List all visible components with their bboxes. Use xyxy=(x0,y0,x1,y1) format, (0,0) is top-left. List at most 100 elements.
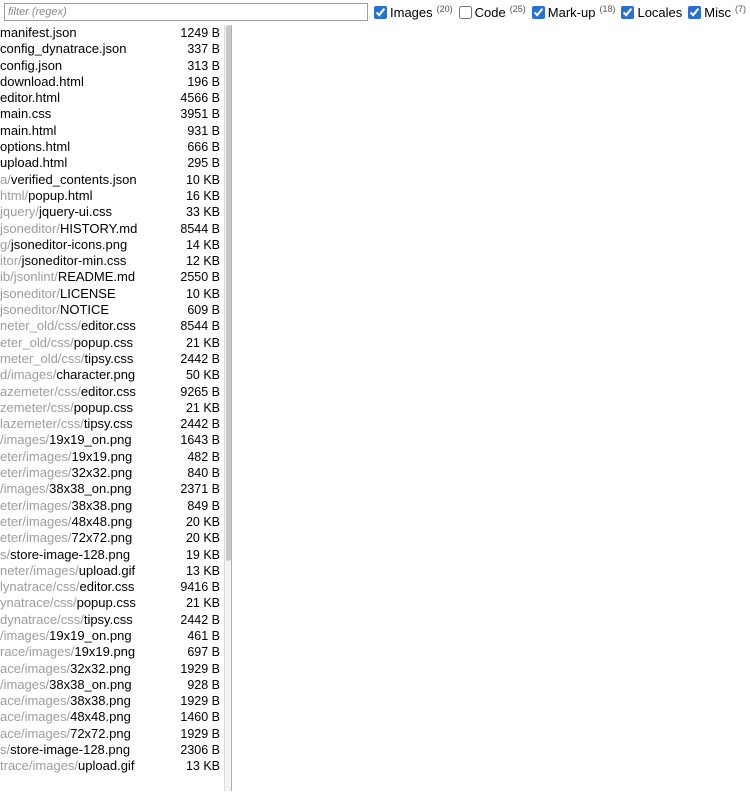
file-row[interactable]: g/jsoneditor-icons.png14 KB xyxy=(0,237,224,253)
file-row[interactable]: jquery/jquery-ui.css33 KB xyxy=(0,204,224,220)
file-row[interactable]: /images/19x19_on.png1643 B xyxy=(0,432,224,448)
file-row[interactable]: a/verified_contents.json10 KB xyxy=(0,172,224,188)
file-name: upload.html xyxy=(0,155,67,171)
file-path: meter_old/css/ xyxy=(0,351,85,367)
file-name: popup.css xyxy=(77,595,136,611)
file-size: 1929 B xyxy=(180,661,224,677)
file-path: trace/images/ xyxy=(0,758,78,774)
file-row[interactable]: d/images/character.png50 KB xyxy=(0,367,224,383)
filter-markup-checkbox[interactable] xyxy=(532,6,545,19)
file-name: 38x38_on.png xyxy=(49,481,131,497)
file-path: /images/ xyxy=(0,677,49,693)
file-row[interactable]: jsoneditor/HISTORY.md8544 B xyxy=(0,221,224,237)
filter-input[interactable] xyxy=(4,3,368,21)
file-row[interactable]: dynatrace/css/tipsy.css 2442 B xyxy=(0,612,224,628)
file-row[interactable]: editor.html4566 B xyxy=(0,90,224,106)
file-size: 20 KB xyxy=(186,514,224,530)
file-size: 4566 B xyxy=(180,90,224,106)
file-row[interactable]: neter/images/upload.gif13 KB xyxy=(0,563,224,579)
file-row[interactable]: s/store-image-128.png19 KB xyxy=(0,547,224,563)
file-row[interactable]: jsoneditor/LICENSE10 KB xyxy=(0,286,224,302)
file-row[interactable]: trace/images/upload.gif13 KB xyxy=(0,758,224,774)
file-size: 8544 B xyxy=(180,221,224,237)
file-row[interactable]: lazemeter/css/tipsy.css2442 B xyxy=(0,416,224,432)
file-name: HISTORY.md xyxy=(60,221,137,237)
file-row[interactable]: download.html196 B xyxy=(0,74,224,90)
file-row[interactable]: eter/images/72x72.png20 KB xyxy=(0,530,224,546)
file-path: ace/images/ xyxy=(0,661,70,677)
file-size: 3951 B xyxy=(180,106,224,122)
file-row[interactable]: html/popup.html16 KB xyxy=(0,188,224,204)
file-row[interactable]: zemeter/css/popup.css21 KB xyxy=(0,400,224,416)
scrollbar-thumb[interactable] xyxy=(226,25,231,561)
file-path: ib/jsonlint/ xyxy=(0,269,58,285)
file-row[interactable]: meter_old/css/tipsy.css2442 B xyxy=(0,351,224,367)
file-row[interactable]: ib/jsonlint/README.md2550 B xyxy=(0,269,224,285)
file-row[interactable]: /images/38x38_on.png928 B xyxy=(0,677,224,693)
file-size: 21 KB xyxy=(186,400,224,416)
file-path: jsoneditor/ xyxy=(0,286,60,302)
file-name: tipsy.css xyxy=(84,416,133,432)
file-row[interactable]: azemeter/css/editor.css9265 B xyxy=(0,384,224,400)
file-path: ace/images/ xyxy=(0,726,70,742)
file-row[interactable]: options.html666 B xyxy=(0,139,224,155)
file-path: /images/ xyxy=(0,481,49,497)
file-path: eter/images/ xyxy=(0,530,72,546)
file-path: s/ xyxy=(0,742,10,758)
file-row[interactable]: config.json313 B xyxy=(0,58,224,74)
file-name: 32x32.png xyxy=(70,661,131,677)
file-name: main.html xyxy=(0,123,56,139)
file-row[interactable]: ace/images/72x72.png1929 B xyxy=(0,726,224,742)
file-row[interactable]: ace/images/32x32.png 1929 B xyxy=(0,661,224,677)
file-size: 2442 B xyxy=(180,612,224,628)
file-row[interactable]: eter/images/32x32.png840 B xyxy=(0,465,224,481)
file-row[interactable]: config_dynatrace.json337 B xyxy=(0,41,224,57)
file-size: 9265 B xyxy=(180,384,224,400)
file-row[interactable]: ace/images/38x38.png1929 B xyxy=(0,693,224,709)
file-row[interactable]: main.css3951 B xyxy=(0,106,224,122)
file-row[interactable]: lynatrace/css/editor.css9416 B xyxy=(0,579,224,595)
file-row[interactable]: /images/38x38_on.png2371 B xyxy=(0,481,224,497)
filter-locales-checkbox[interactable] xyxy=(621,6,634,19)
file-size: 21 KB xyxy=(186,335,224,351)
file-path: d/images/ xyxy=(0,367,56,383)
file-row[interactable]: eter/images/19x19.png482 B xyxy=(0,449,224,465)
file-row[interactable]: eter/images/38x38.png849 B xyxy=(0,498,224,514)
file-row[interactable]: manifest.json1249 B xyxy=(0,25,224,41)
file-size: 19 KB xyxy=(186,547,224,563)
file-size: 50 KB xyxy=(186,367,224,383)
filter-locales[interactable]: Locales xyxy=(621,5,682,20)
filter-misc-label: Misc xyxy=(704,5,731,20)
file-row[interactable]: ynatrace/css/popup.css21 KB xyxy=(0,595,224,611)
filter-code[interactable]: Code(25) xyxy=(459,5,526,20)
file-row[interactable]: ace/images/48x48.png1460 B xyxy=(0,709,224,725)
file-path: jquery/ xyxy=(0,204,39,220)
filter-images-checkbox[interactable] xyxy=(374,6,387,19)
filter-code-checkbox[interactable] xyxy=(459,6,472,19)
file-name: 19x19.png xyxy=(72,449,133,465)
file-row[interactable]: itor/jsoneditor-min.css12 KB xyxy=(0,253,224,269)
filter-misc-checkbox[interactable] xyxy=(688,6,701,19)
file-row[interactable]: /images/19x19_on.png461 B xyxy=(0,628,224,644)
file-row[interactable]: jsoneditor/NOTICE609 B xyxy=(0,302,224,318)
scrollbar-track[interactable] xyxy=(224,25,231,791)
file-row[interactable]: main.html931 B xyxy=(0,123,224,139)
file-name: tipsy.css xyxy=(84,612,133,628)
file-row[interactable]: neter_old/css/editor.css8544 B xyxy=(0,318,224,334)
file-row[interactable]: eter_old/css/popup.css21 KB xyxy=(0,335,224,351)
file-size: 295 B xyxy=(187,155,224,171)
file-row[interactable]: race/images/19x19.png697 B xyxy=(0,644,224,660)
file-size: 14 KB xyxy=(186,237,224,253)
file-size: 1929 B xyxy=(180,693,224,709)
file-path: dynatrace/css/ xyxy=(0,612,84,628)
file-name: upload.gif xyxy=(79,563,135,579)
file-row[interactable]: upload.html 295 B xyxy=(0,155,224,171)
file-name: jsoneditor-min.css xyxy=(22,253,127,269)
file-row[interactable]: eter/images/48x48.png20 KB xyxy=(0,514,224,530)
file-row[interactable]: s/store-image-128.png2306 B xyxy=(0,742,224,758)
filter-misc[interactable]: Misc(7) xyxy=(688,5,746,20)
filter-images[interactable]: Images(20) xyxy=(374,5,453,20)
filter-markup[interactable]: Mark-up(18) xyxy=(532,5,616,20)
file-size: 849 B xyxy=(187,498,224,514)
file-size: 2442 B xyxy=(180,351,224,367)
